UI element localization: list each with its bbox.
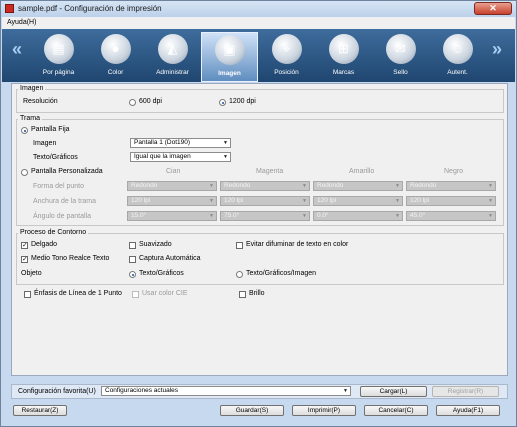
tab-administrar[interactable]: ◭ Administrar bbox=[144, 32, 201, 82]
trama-imagen-select[interactable]: Pantalla 1 (Dot190) bbox=[130, 138, 231, 148]
print-settings-window: sample.pdf - Configuración de impresión … bbox=[0, 0, 517, 427]
tab-autent[interactable]: ☺ Autent. bbox=[429, 32, 486, 82]
trama-texto-select[interactable]: Igual que la imagen bbox=[130, 152, 231, 162]
trama-texto-label: Texto/Gráficos bbox=[33, 154, 78, 161]
angulo-pantalla-label: Ángulo de pantalla bbox=[33, 213, 91, 220]
anchura-negro-select[interactable]: 120 lpi bbox=[406, 196, 496, 206]
resolution-600-label: 600 dpi bbox=[139, 98, 162, 105]
registrar-button[interactable]: Registrar(R) bbox=[432, 386, 499, 397]
guardar-button[interactable]: Guardar(S) bbox=[220, 405, 284, 416]
contorno-group-label: Proceso de Contorno bbox=[18, 229, 89, 236]
stacked-pages-icon: ▤ bbox=[43, 34, 74, 64]
forma-punto-amarillo-select[interactable]: Redondo bbox=[313, 181, 403, 191]
trama-group-label: Trama bbox=[18, 115, 42, 122]
angulo-amarillo-select[interactable]: 0.0° bbox=[313, 211, 403, 221]
objeto-label: Objeto bbox=[21, 270, 42, 277]
resolution-1200-label: 1200 dpi bbox=[229, 98, 256, 105]
cancelar-button[interactable]: Cancelar(C) bbox=[364, 405, 428, 416]
column-negro: Negro bbox=[444, 168, 464, 175]
pantalla-personalizada-radio[interactable] bbox=[21, 169, 28, 176]
tab-sello[interactable]: ✉ Sello bbox=[372, 32, 429, 82]
crop-marks-icon: ⊞ bbox=[328, 34, 359, 64]
page-position-icon: ⌖ bbox=[271, 34, 302, 64]
evitar-difuminar-checkbox[interactable] bbox=[236, 242, 243, 249]
ribbon-prev-arrow-icon[interactable]: « bbox=[12, 39, 22, 60]
anchura-amarillo-select[interactable]: 120 lpi bbox=[313, 196, 403, 206]
usar-color-cie-label: Usar color CIE bbox=[142, 290, 188, 297]
close-window-button[interactable]: ✕ bbox=[474, 2, 512, 15]
suavizado-label: Suavizado bbox=[139, 241, 172, 248]
color-fan-icon: ◭ bbox=[157, 34, 188, 64]
medio-tono-checkbox[interactable]: ✓ bbox=[21, 256, 28, 263]
objeto-texto-imagen-radio[interactable] bbox=[236, 271, 243, 278]
enfasis-linea-label: Énfasis de Línea de 1 Punto bbox=[34, 290, 122, 297]
column-magenta: Magenta bbox=[256, 168, 284, 175]
tab-marcas[interactable]: ⊞ Marcas bbox=[315, 32, 372, 82]
pantalla-fija-radio[interactable] bbox=[21, 127, 28, 134]
objeto-texto-label: Texto/Gráficos bbox=[139, 270, 184, 277]
angulo-magenta-select[interactable]: 75.0° bbox=[220, 211, 310, 221]
ayuda-button[interactable]: Ayuda(F1) bbox=[436, 405, 500, 416]
anchura-cian-select[interactable]: 120 lpi bbox=[127, 196, 217, 206]
tab-color[interactable]: ● Color bbox=[87, 32, 144, 82]
window-title: sample.pdf - Configuración de impresión bbox=[18, 4, 162, 13]
menu-bar: Ayuda(H) bbox=[2, 17, 515, 29]
tab-por-pagina[interactable]: ▤ Por página bbox=[30, 32, 87, 82]
column-amarillo: Amarillo bbox=[349, 168, 375, 175]
tab-imagen[interactable]: ▣ Imagen bbox=[201, 32, 258, 82]
imagen-group bbox=[16, 89, 504, 113]
title-bar: sample.pdf - Configuración de impresión … bbox=[1, 1, 516, 17]
delgado-label: Delgado bbox=[31, 241, 58, 248]
captura-label: Captura Automática bbox=[139, 255, 201, 262]
usar-color-cie-checkbox[interactable] bbox=[132, 291, 139, 298]
users-authentication-icon: ☺ bbox=[442, 34, 473, 64]
settings-panel: Imagen Resolución 600 dpi 1200 dpi Trama… bbox=[11, 83, 508, 376]
objeto-texto-radio[interactable] bbox=[129, 271, 136, 278]
restaurar-button[interactable]: Restaurar(Z) bbox=[13, 405, 67, 416]
halftone-square-icon: ▣ bbox=[214, 35, 245, 65]
resolucion-label: Resolución bbox=[23, 98, 58, 105]
category-ribbon: « ▤ Por página ● Color ◭ Administrar ▣ I… bbox=[2, 29, 515, 82]
favorites-label: Configuración favorita(U) bbox=[18, 388, 96, 395]
menu-help[interactable]: Ayuda(H) bbox=[7, 19, 36, 26]
favorites-select[interactable]: Configuraciones actuales bbox=[101, 386, 351, 396]
trama-imagen-label: Imagen bbox=[33, 140, 57, 147]
color-circles-icon: ● bbox=[100, 34, 131, 64]
brillo-checkbox[interactable] bbox=[239, 291, 246, 298]
forma-punto-negro-select[interactable]: Redondo bbox=[406, 181, 496, 191]
delgado-checkbox[interactable]: ✓ bbox=[21, 242, 28, 249]
evitar-difuminar-label: Evitar difuminar de texto en color bbox=[246, 241, 349, 248]
forma-punto-label: Forma del punto bbox=[33, 183, 84, 190]
tab-posicion[interactable]: ⌖ Posición bbox=[258, 32, 315, 82]
resolution-600-radio[interactable] bbox=[129, 99, 136, 106]
brillo-label: Brillo bbox=[249, 290, 265, 297]
stamp-page-icon: ✉ bbox=[385, 34, 416, 64]
captura-checkbox[interactable] bbox=[129, 256, 136, 263]
forma-punto-magenta-select[interactable]: Redondo bbox=[220, 181, 310, 191]
anchura-trama-label: Anchura de la trama bbox=[33, 198, 97, 205]
column-cian: Cian bbox=[166, 168, 181, 175]
cargar-button[interactable]: Cargar(L) bbox=[360, 386, 427, 397]
pdf-app-icon bbox=[5, 4, 14, 13]
forma-punto-cian-select[interactable]: Redondo bbox=[127, 181, 217, 191]
suavizado-checkbox[interactable] bbox=[129, 242, 136, 249]
pantalla-personalizada-label: Pantalla Personalizada bbox=[31, 168, 103, 175]
anchura-magenta-select[interactable]: 120 lpi bbox=[220, 196, 310, 206]
medio-tono-label: Medio Tono Realce Texto bbox=[31, 255, 110, 262]
resolution-1200-radio[interactable] bbox=[219, 99, 226, 106]
imagen-group-label: Imagen bbox=[18, 85, 46, 92]
imprimir-button[interactable]: Imprimir(P) bbox=[292, 405, 356, 416]
angulo-cian-select[interactable]: 15.0° bbox=[127, 211, 217, 221]
angulo-negro-select[interactable]: 45.0° bbox=[406, 211, 496, 221]
objeto-texto-imagen-label: Texto/Gráficos/Imagen bbox=[246, 270, 317, 277]
ribbon-next-arrow-icon[interactable]: » bbox=[492, 39, 502, 60]
pantalla-fija-label: Pantalla Fija bbox=[31, 126, 70, 133]
favorites-bar: Configuración favorita(U) Configuracione… bbox=[11, 384, 508, 399]
enfasis-linea-checkbox[interactable] bbox=[24, 291, 31, 298]
